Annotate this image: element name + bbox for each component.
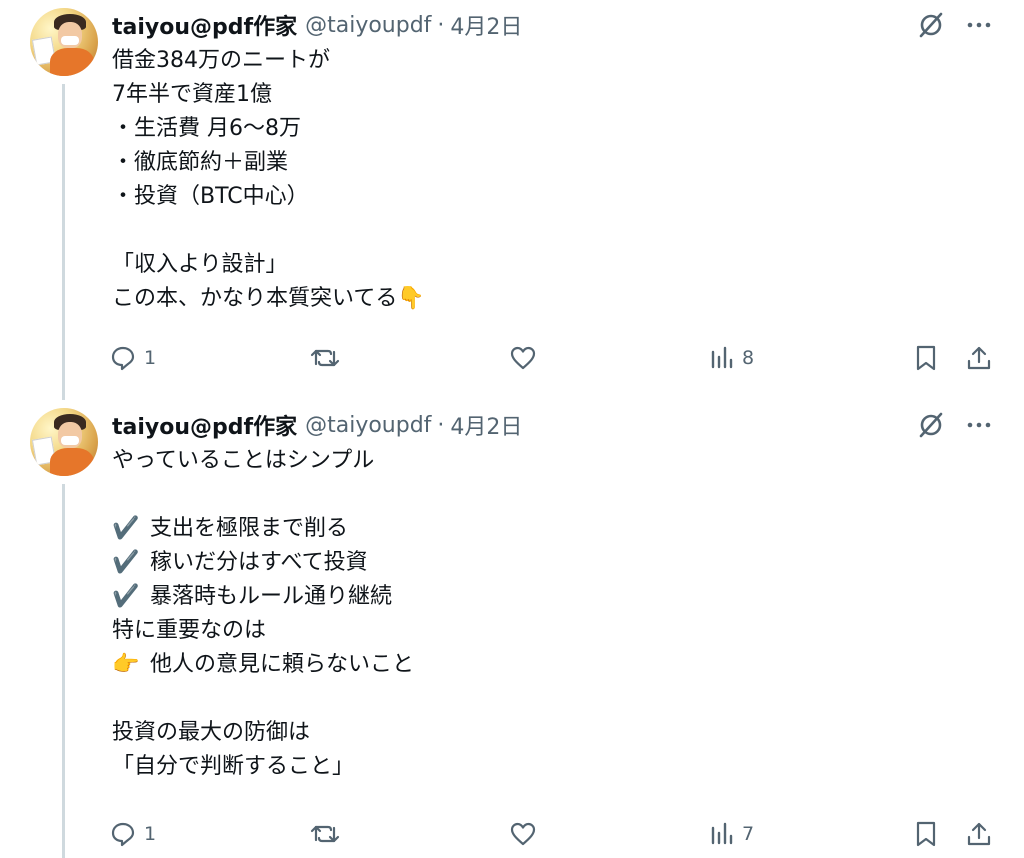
share-icon <box>967 822 991 846</box>
bookmark-icon <box>916 345 936 371</box>
tweet-actions: 1 <box>108 816 1008 852</box>
author-name[interactable]: taiyou@pdf作家 <box>112 9 297 41</box>
thread-line <box>62 84 65 400</box>
heart-icon <box>510 822 536 846</box>
tweet-date[interactable]: 4月2日 <box>450 9 522 41</box>
avatar[interactable] <box>30 8 98 76</box>
tweet[interactable]: taiyou@pdf作家 @taiyoupdf · 4月2日 借金384万のニー… <box>0 0 1024 400</box>
views-button[interactable]: 8 <box>708 340 754 376</box>
reply-button[interactable]: 1 <box>108 816 156 852</box>
repost-icon <box>310 825 340 843</box>
repost-button[interactable] <box>308 816 348 852</box>
tweet-line: 7年半で資産1億 <box>112 82 272 107</box>
views-count: 7 <box>742 823 755 845</box>
share-button[interactable] <box>964 340 994 376</box>
author-handle[interactable]: @taiyoupdf <box>305 13 431 38</box>
tweet-line: 特に重要なのは <box>112 618 267 643</box>
avatar-mask <box>61 36 79 45</box>
tweet-line: ・投資（BTC中心） <box>112 184 309 209</box>
grok-icon[interactable] <box>916 410 946 440</box>
tweet-line: やっていることはシンプル <box>112 448 375 473</box>
tweet-line: 借金384万のニートが <box>112 48 330 73</box>
tweet-text: やっていることはシンプル ✔️ 支出を極限まで削る ✔️ 稼いだ分はすべて投資 … <box>112 444 992 784</box>
reply-icon <box>111 346 135 371</box>
avatar[interactable] <box>30 408 98 476</box>
reply-count: 1 <box>144 347 157 369</box>
tweet-actions: 1 <box>108 340 1008 376</box>
check-mark-icon: ✔️ <box>112 550 140 575</box>
more-icon[interactable] <box>964 410 994 440</box>
check-mark-icon: ✔️ <box>112 584 140 609</box>
check-mark-icon: ✔️ <box>112 516 140 541</box>
tweet-line-text: 支出を極限まで削る <box>150 516 349 541</box>
views-count: 8 <box>742 347 755 369</box>
pointing-hand-icon: 👉 <box>112 652 140 677</box>
tweet-line-text: 暴落時もルール通り継続 <box>150 584 393 609</box>
reply-button[interactable]: 1 <box>108 340 156 376</box>
timeline-feed: taiyou@pdf作家 @taiyoupdf · 4月2日 借金384万のニー… <box>0 0 1024 858</box>
repost-icon <box>310 349 340 367</box>
avatar-body <box>50 48 94 76</box>
bookmark-button[interactable] <box>912 340 940 376</box>
tweet-line: ✔️ 稼いだ分はすべて投資 <box>112 546 992 580</box>
author-name[interactable]: taiyou@pdf作家 <box>112 409 297 441</box>
like-button[interactable] <box>508 816 544 852</box>
tweet-line: 「自分で判断すること」 <box>112 754 355 779</box>
tweet-line: 投資の最大の防御は <box>112 720 311 745</box>
repost-button[interactable] <box>308 340 348 376</box>
tweet-line: 👉 他人の意見に頼らないこと <box>112 648 992 682</box>
tweet-line: この本、かなり本質突いてる👇 <box>112 286 425 311</box>
heart-icon <box>510 346 536 370</box>
tweet[interactable]: taiyou@pdf作家 @taiyoupdf · 4月2日 やっていることはシ… <box>0 400 1024 858</box>
thread-line <box>62 484 65 858</box>
tweet-header: taiyou@pdf作家 @taiyoupdf · 4月2日 <box>112 409 522 441</box>
bookmark-icon <box>916 821 936 847</box>
tweet-line: ・生活費 月6〜8万 <box>112 116 301 141</box>
bookmark-button[interactable] <box>912 816 940 852</box>
tweet-line: ・徹底節約＋副業 <box>112 150 289 175</box>
tweet-line: 「収入より設計」 <box>112 252 288 277</box>
views-icon <box>711 822 733 845</box>
like-button[interactable] <box>508 340 544 376</box>
tweet-text: 借金384万のニートが 7年半で資産1億 ・生活費 月6〜8万 ・徹底節約＋副業… <box>112 44 992 316</box>
share-icon <box>967 346 991 370</box>
separator-dot: · <box>437 12 445 38</box>
tweet-line-text: 他人の意見に頼らないこと <box>150 652 415 677</box>
reply-count: 1 <box>144 823 157 845</box>
avatar-body <box>50 448 94 476</box>
reply-icon <box>111 822 135 847</box>
share-button[interactable] <box>964 816 994 852</box>
separator-dot: · <box>437 412 445 438</box>
views-button[interactable]: 7 <box>708 816 754 852</box>
grok-icon[interactable] <box>916 10 946 40</box>
tweet-line: ✔️ 暴落時もルール通り継続 <box>112 580 992 614</box>
avatar-mask <box>61 436 79 445</box>
tweet-line-text: 稼いだ分はすべて投資 <box>150 550 368 575</box>
views-icon <box>711 346 733 369</box>
tweet-header: taiyou@pdf作家 @taiyoupdf · 4月2日 <box>112 9 522 41</box>
tweet-date[interactable]: 4月2日 <box>450 409 522 441</box>
more-icon[interactable] <box>964 10 994 40</box>
author-handle[interactable]: @taiyoupdf <box>305 413 431 438</box>
tweet-line: ✔️ 支出を極限まで削る <box>112 512 992 546</box>
